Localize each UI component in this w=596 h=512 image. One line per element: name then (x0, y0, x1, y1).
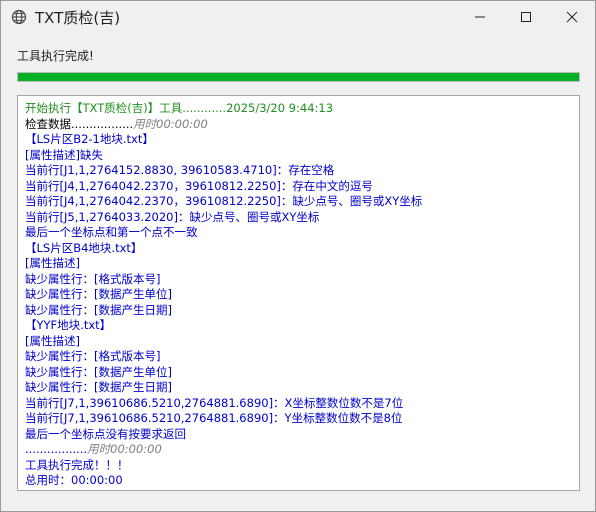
log-line-text: 【LS片区B2-1地块.txt】 (25, 132, 154, 146)
log-line: .................用时00:00:00 (25, 442, 579, 458)
minimize-button[interactable] (457, 1, 503, 33)
log-line: 缺少属性行：[数据产生日期] (25, 303, 579, 319)
log-line-text: 当前行[J5,1,2764033.2020]：缺少点号、圈号或XY坐标 (25, 209, 320, 224)
log-line-text: 当前行[J7,1,39610686.5210,2764881.6890]：X坐标… (25, 395, 404, 410)
status-label: 工具执行完成! (17, 49, 94, 63)
log-textbox[interactable]: 开始执行【TXT质检(吉)】工具............2025/3/20 9:… (17, 95, 580, 491)
log-line-text: ................. (25, 442, 88, 456)
log-line-text: 总用时：00:00:00 (25, 473, 123, 487)
progress-fill (18, 73, 579, 81)
log-line-text: 缺少属性行：[数据产生单位] (25, 287, 172, 301)
log-line-text: 检查数据................. (25, 116, 134, 131)
log-line: 检查数据.................用时00:00:00 (25, 117, 579, 133)
log-line-text: 当前行[J4,1,2764042.2370，39610812.2250]：缺少点… (25, 194, 423, 208)
log-line: [属性描述] (25, 334, 579, 350)
log-line: 缺少属性行：[格式版本号] (25, 272, 579, 288)
log-line: 缺少属性行：[数据产生单位] (25, 365, 579, 381)
log-line-text: 缺少属性行：[数据产生日期] (25, 380, 172, 394)
log-line: 缺少属性行：[数据产生日期] (25, 380, 579, 396)
log-line-text: 缺少属性行：[数据产生单位] (25, 364, 172, 379)
log-line: 当前行[J7,1,39610686.5210,2764881.6890]：X坐标… (25, 396, 579, 412)
log-line: 【LS片区B2-1地块.txt】 (25, 132, 579, 148)
log-line: 最后一个坐标点和第一个点不一致 (25, 225, 579, 241)
log-line-text: 【YYF地块.txt】 (25, 318, 112, 332)
log-line: 缺少属性行：[数据产生单位] (25, 287, 579, 303)
log-line: 当前行[J4,1,2764042.2370，39610812.2250]：存在中… (25, 179, 579, 195)
log-line: 工具执行完成！！！ (25, 458, 579, 474)
log-line-text: 最后一个坐标点和第一个点不一致 (25, 225, 198, 239)
globe-icon (11, 9, 27, 25)
tool-window: TXT质检(吉) 工具执行完成! 开始执行【TXT质检(吉)】工具.......… (0, 0, 596, 512)
log-line-text: 当前行[J7,1,39610686.5210,2764881.6890]：Y坐标… (25, 411, 403, 425)
log-line-text: 缺少属性行：[数据产生日期] (25, 302, 172, 317)
log-line-text: 【LS片区B4地块.txt】 (25, 240, 143, 255)
log-line: 当前行[J7,1,39610686.5210,2764881.6890]：Y坐标… (25, 411, 579, 427)
log-line: 当前行[J5,1,2764033.2020]：缺少点号、圈号或XY坐标 (25, 210, 579, 226)
log-line: 【YYF地块.txt】 (25, 318, 579, 334)
log-line: [属性描述]缺失 (25, 148, 579, 164)
log-line-text: 缺少属性行：[格式版本号] (25, 349, 161, 363)
log-line-text: [属性描述]缺失 (25, 147, 103, 162)
close-icon (566, 11, 578, 23)
log-line: 当前行[J4,1,2764042.2370，39610812.2250]：缺少点… (25, 194, 579, 210)
log-line: 开始执行【TXT质检(吉)】工具............2025/3/20 9:… (25, 101, 579, 117)
maximize-icon (521, 12, 531, 22)
progress-bar (17, 72, 580, 82)
log-line: 总用时：00:00:00 (25, 473, 579, 489)
log-line-text: 当前行[J4,1,2764042.2370，39610812.2250]：存在中… (25, 178, 373, 193)
maximize-button[interactable] (503, 1, 549, 33)
log-line: 当前行[J1,1,2764152.8830, 39610583.4710]：存在… (25, 163, 579, 179)
log-line: 缺少属性行：[格式版本号] (25, 349, 579, 365)
log-line-text: 工具执行完成！！！ (25, 457, 129, 472)
close-button[interactable] (549, 1, 595, 33)
log-line: 【LS片区B4地块.txt】 (25, 241, 579, 257)
log-line-text: [属性描述] (25, 256, 80, 270)
window-title: TXT质检(吉) (35, 9, 121, 27)
log-line: 最后一个坐标点没有按要求返回 (25, 427, 579, 443)
log-line: [属性描述] (25, 256, 579, 272)
log-line-text: 当前行[J1,1,2764152.8830, 39610583.4710]：存在… (25, 163, 335, 177)
minimize-icon (475, 16, 485, 18)
log-line-text: [属性描述] (25, 333, 80, 348)
log-line-elapsed: 用时00:00:00 (87, 442, 162, 456)
log-line-text: 开始执行【TXT质检(吉)】工具............2025/3/20 9:… (25, 101, 334, 115)
title-bar[interactable]: TXT质检(吉) (1, 1, 595, 33)
log-line-elapsed: 用时00:00:00 (133, 116, 208, 131)
log-line-text: 缺少属性行：[格式版本号] (25, 271, 161, 286)
log-line-text: 最后一个坐标点没有按要求返回 (25, 426, 186, 441)
